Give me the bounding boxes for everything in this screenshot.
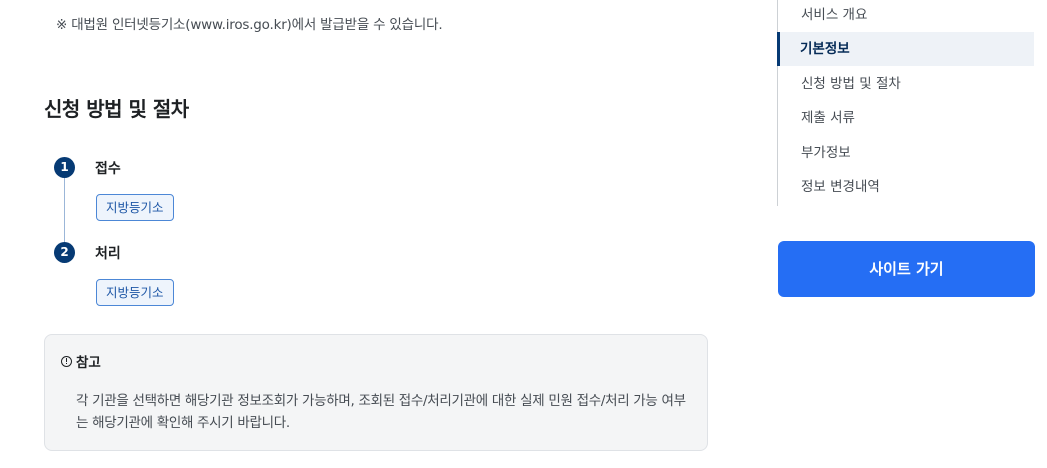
notice-text: ※ 대법원 인터넷등기소(www.iros.go.kr)에서 발급받을 수 있습… <box>56 17 443 33</box>
reference-note-box: 참고 각 기관을 선택하면 해당기관 정보조회가 가능하며, 조회된 접수/처리… <box>44 334 708 451</box>
info-icon <box>61 355 72 367</box>
nav-item-change-history[interactable]: 정보 변경내역 <box>778 170 1035 204</box>
step-agency-tag[interactable]: 지방등기소 <box>96 194 174 221</box>
step-title: 처리 <box>95 246 121 262</box>
step-number-badge: 2 <box>54 242 75 263</box>
nav-item-basic-info[interactable]: 기본정보 <box>777 32 1034 66</box>
section-title: 신청 방법 및 절차 <box>44 97 189 121</box>
procedure-steps: 1 접수 지방등기소 2 처리 지방등기소 <box>54 157 454 317</box>
step-agency-tag[interactable]: 지방등기소 <box>96 279 174 306</box>
nav-item-additional-info[interactable]: 부가정보 <box>778 136 1035 170</box>
nav-item-service-overview[interactable]: 서비스 개요 <box>778 0 1035 32</box>
note-label: 참고 <box>76 355 101 371</box>
note-header: 참고 <box>61 351 101 371</box>
go-to-site-button[interactable]: 사이트 가기 <box>778 241 1035 297</box>
step-number-badge: 1 <box>54 157 75 178</box>
nav-item-documents[interactable]: 제출 서류 <box>778 101 1035 135</box>
side-navigation: 서비스 개요 기본정보 신청 방법 및 절차 제출 서류 부가정보 정보 변경내… <box>777 0 1035 206</box>
step-title: 접수 <box>95 161 121 177</box>
note-body-text: 각 기관을 선택하면 해당기관 정보조회가 가능하며, 조회된 접수/처리기관에… <box>76 393 686 431</box>
nav-item-application-procedure[interactable]: 신청 방법 및 절차 <box>778 67 1035 101</box>
